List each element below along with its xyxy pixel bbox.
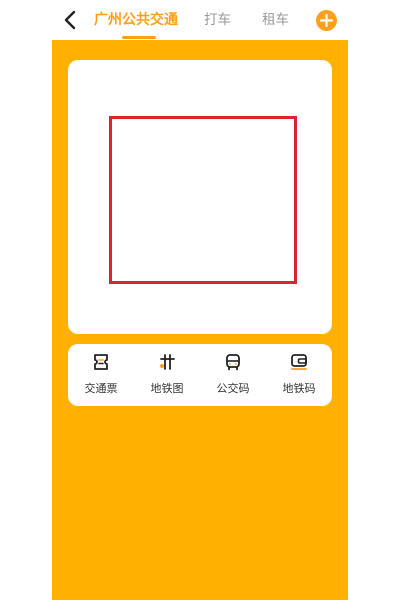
action-label: 地铁图: [150, 382, 184, 395]
action-transit-ticket[interactable]: 交通票: [68, 344, 134, 406]
qr-code-card: [68, 60, 332, 334]
add-button[interactable]: [316, 10, 337, 31]
action-label: 公交码: [216, 382, 250, 395]
action-bus-code[interactable]: 公交码: [200, 344, 266, 406]
phone-screen: 广州公共交通 打车 租车 交通票 地铁图 公交码 地铁码: [52, 0, 348, 600]
action-metro-code[interactable]: 地铁码: [266, 344, 332, 406]
qr-code-area[interactable]: [109, 116, 297, 284]
back-button[interactable]: [62, 9, 80, 31]
ticket-icon: [94, 354, 108, 370]
action-label: 交通票: [84, 382, 118, 395]
plus-icon: [319, 13, 334, 28]
action-metro-map[interactable]: 地铁图: [134, 344, 200, 406]
tab-taxi[interactable]: 打车: [204, 9, 231, 31]
main-content: 交通票 地铁图 公交码 地铁码: [52, 40, 348, 600]
chevron-left-icon: [64, 10, 76, 30]
active-tab-indicator: [122, 36, 156, 39]
metro-card-icon: [291, 354, 307, 370]
tab-car-rental[interactable]: 租车: [262, 9, 289, 31]
top-nav-bar: 广州公共交通 打车 租车: [52, 0, 348, 40]
metro-map-icon: [160, 354, 175, 370]
bus-icon: [226, 354, 240, 371]
quick-actions-bar: 交通票 地铁图 公交码 地铁码: [68, 344, 332, 406]
tab-guangzhou-transit[interactable]: 广州公共交通: [94, 9, 178, 31]
action-label: 地铁码: [282, 382, 316, 395]
